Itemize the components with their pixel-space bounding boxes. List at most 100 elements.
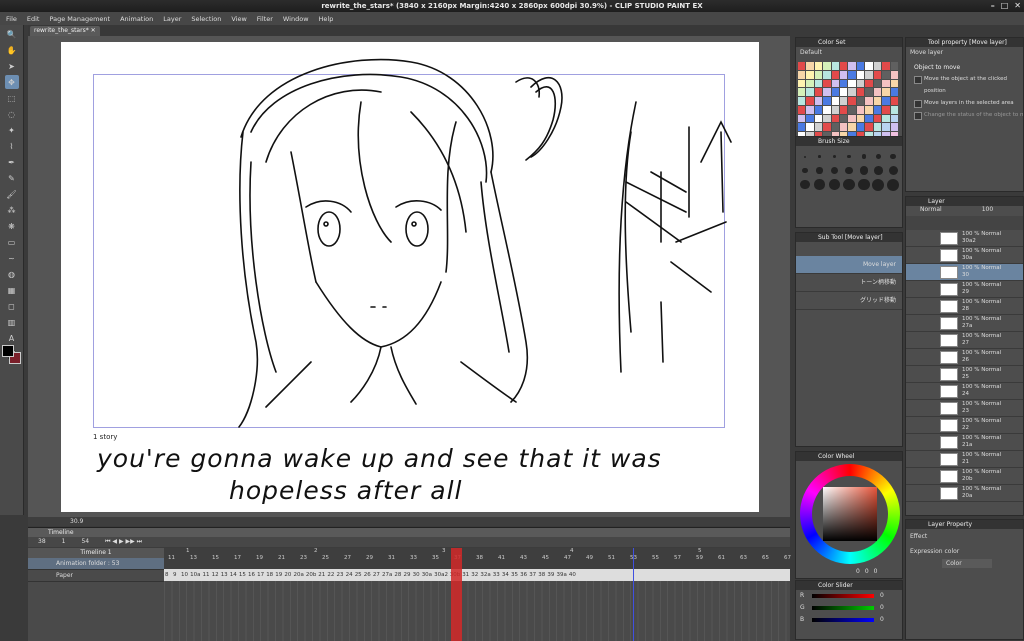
color-swatch[interactable] bbox=[873, 97, 882, 105]
timeline-cell[interactable]: 15 bbox=[239, 569, 246, 581]
color-swatch[interactable] bbox=[806, 62, 814, 70]
brush-size-option[interactable] bbox=[872, 150, 886, 163]
color-swatch[interactable] bbox=[823, 79, 831, 88]
timeline-cell[interactable]: 27a bbox=[382, 569, 392, 581]
menu-window[interactable]: Window bbox=[283, 15, 309, 23]
layer-opacity[interactable]: 100 bbox=[982, 206, 993, 216]
color-swatch[interactable] bbox=[865, 79, 873, 88]
timeline-cell[interactable]: 19 bbox=[275, 569, 282, 581]
color-swatch[interactable] bbox=[848, 105, 856, 114]
timeline-cell[interactable]: 30 bbox=[413, 569, 420, 581]
timeline-cell[interactable]: 23 bbox=[337, 569, 344, 581]
layer-row[interactable]: 100 % Normal 20a bbox=[906, 485, 1023, 502]
color-swatch[interactable] bbox=[814, 123, 823, 132]
timeline-cell[interactable]: 22 bbox=[327, 569, 334, 581]
timeline-cell[interactable]: 36 bbox=[520, 569, 527, 581]
color-swatch[interactable] bbox=[873, 105, 882, 114]
color-swatch[interactable] bbox=[806, 97, 814, 105]
brush-size-option[interactable] bbox=[857, 178, 871, 191]
color-swatch[interactable] bbox=[890, 105, 898, 114]
layer-row[interactable]: 100 % Normal 21a bbox=[906, 434, 1023, 451]
menu-file[interactable]: File bbox=[6, 15, 17, 23]
color-swatch[interactable] bbox=[890, 114, 898, 123]
brush-size-option[interactable] bbox=[798, 178, 812, 191]
brush-size-option[interactable] bbox=[813, 150, 827, 163]
color-swatch[interactable] bbox=[823, 114, 831, 123]
color-swatch[interactable] bbox=[823, 105, 831, 114]
timeline-cell[interactable]: 20 bbox=[284, 569, 291, 581]
color-swatch[interactable] bbox=[856, 88, 865, 97]
menu-selection[interactable]: Selection bbox=[191, 15, 221, 23]
selection-tool-icon[interactable]: ⬚ bbox=[5, 91, 19, 105]
slider-r[interactable]: R0 bbox=[796, 590, 902, 602]
track-animation-folder[interactable]: Animation folder : 53 bbox=[28, 558, 164, 570]
track-paper[interactable]: Paper bbox=[28, 570, 164, 582]
brush-size-option[interactable] bbox=[872, 164, 886, 177]
playhead[interactable] bbox=[451, 548, 462, 641]
color-swatch[interactable] bbox=[831, 70, 840, 79]
color-swatch[interactable] bbox=[814, 79, 823, 88]
color-swatch[interactable] bbox=[814, 62, 823, 70]
color-set-dropdown[interactable]: Default bbox=[796, 47, 902, 58]
timeline-cell[interactable]: 8 bbox=[165, 569, 169, 581]
slider-b[interactable]: B0 bbox=[796, 614, 902, 626]
timeline-cell[interactable]: 24 bbox=[346, 569, 353, 581]
slider-b-bar[interactable] bbox=[812, 618, 874, 622]
hand-tool-icon[interactable]: ✋ bbox=[5, 43, 19, 57]
color-swatch[interactable] bbox=[882, 123, 890, 132]
color-swatch[interactable] bbox=[806, 105, 814, 114]
brush-size-option[interactable] bbox=[798, 164, 812, 177]
color-swatch[interactable] bbox=[831, 123, 840, 132]
layer-list[interactable]: 100 % Normal 30a2 100 % Normal 30a 100 % Nor… bbox=[906, 230, 1023, 502]
color-swatch[interactable] bbox=[848, 62, 856, 70]
color-swatch[interactable] bbox=[882, 88, 890, 97]
timeline-cell[interactable]: 17 bbox=[257, 569, 264, 581]
color-swatch[interactable] bbox=[882, 62, 890, 70]
timeline-cell[interactable]: 35 bbox=[511, 569, 518, 581]
timeline-cell[interactable]: 30a2 bbox=[434, 569, 448, 581]
minimize-icon[interactable]: – bbox=[991, 1, 995, 11]
color-swatch[interactable] bbox=[840, 79, 848, 88]
gradient-tool-icon[interactable]: ▦ bbox=[5, 283, 19, 297]
timeline-cell[interactable]: 12 bbox=[212, 569, 219, 581]
timeline-cell[interactable]: 9 bbox=[173, 569, 177, 581]
timeline-cell[interactable]: 10 bbox=[181, 569, 188, 581]
color-swatch[interactable] bbox=[814, 70, 823, 79]
color-swatch[interactable] bbox=[831, 62, 840, 70]
airbrush-tool-icon[interactable]: ⁂ bbox=[5, 203, 19, 217]
color-swatch[interactable] bbox=[873, 70, 882, 79]
timeline-cell[interactable]: 39 bbox=[547, 569, 554, 581]
layer-row[interactable]: 100 % Normal 23 bbox=[906, 400, 1023, 417]
timeline-cell[interactable]: 26 bbox=[364, 569, 371, 581]
color-swatch[interactable] bbox=[865, 97, 873, 105]
color-swatch[interactable] bbox=[856, 123, 865, 132]
layer-row[interactable]: 100 % Normal 22 bbox=[906, 417, 1023, 434]
color-swatch[interactable] bbox=[823, 97, 831, 105]
saturation-value-square[interactable] bbox=[823, 487, 877, 541]
color-swatch[interactable] bbox=[856, 62, 865, 70]
move-layer-tool-icon[interactable]: ✥ bbox=[4, 75, 19, 89]
operation-tool-icon[interactable]: ➤ bbox=[5, 59, 19, 73]
frame-tool-icon[interactable]: ▥ bbox=[5, 315, 19, 329]
color-swatch[interactable] bbox=[890, 79, 898, 88]
color-swatch[interactable] bbox=[865, 114, 873, 123]
timeline-cell[interactable]: 14 bbox=[230, 569, 237, 581]
brush-size-option[interactable] bbox=[886, 178, 900, 191]
color-swatch[interactable] bbox=[890, 70, 898, 79]
brush-tool-icon[interactable]: 🖌 bbox=[5, 187, 19, 201]
timeline-cell[interactable]: 30a bbox=[422, 569, 432, 581]
end-frame-field[interactable]: 54 bbox=[81, 537, 89, 547]
timeline-cell[interactable]: 20a bbox=[294, 569, 304, 581]
timeline-cell[interactable]: 40 bbox=[569, 569, 576, 581]
brush-size-option[interactable] bbox=[872, 178, 886, 191]
auto-select-tool-icon[interactable]: ✦ bbox=[5, 123, 19, 137]
pen-tool-icon[interactable]: ✒ bbox=[5, 155, 19, 169]
color-swatch[interactable] bbox=[856, 105, 865, 114]
timeline-cell[interactable]: 33 bbox=[493, 569, 500, 581]
timeline-cell[interactable]: 18 bbox=[266, 569, 273, 581]
slider-r-bar[interactable] bbox=[812, 594, 874, 598]
color-swatch[interactable] bbox=[890, 123, 898, 132]
timeline-cell[interactable]: 10a bbox=[190, 569, 200, 581]
color-swatch[interactable] bbox=[865, 62, 873, 70]
color-swatch[interactable] bbox=[831, 97, 840, 105]
